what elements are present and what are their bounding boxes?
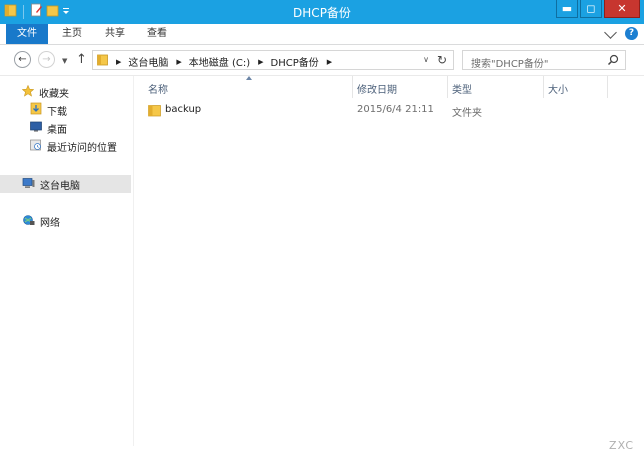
column-header-name[interactable]: 名称: [134, 76, 352, 98]
search-placeholder: 搜索"DHCP备份": [471, 59, 549, 70]
navigation-bar: ← → ▼ ↑ ▶ 这台电脑 ▶ 本地磁盘 (C:) ▶ DHCP备份 ▶ ∨ …: [0, 45, 644, 76]
close-button[interactable]: ✕: [604, 0, 640, 18]
column-header-type[interactable]: 类型: [448, 76, 543, 98]
sidebar-item-label: 桌面: [47, 124, 67, 136]
column-header-modified[interactable]: 修改日期: [353, 76, 447, 98]
folder-icon: [148, 104, 161, 120]
recent-places-icon: [30, 139, 42, 154]
tab-share[interactable]: 共享: [105, 26, 125, 42]
tab-home[interactable]: 主页: [62, 26, 82, 42]
back-button[interactable]: ←: [14, 51, 31, 68]
computer-icon: [22, 177, 35, 192]
sidebar-item-desktop[interactable]: 桌面: [30, 119, 67, 137]
sidebar-item-favorites[interactable]: 收藏夹: [21, 83, 69, 101]
breadcrumb-separator-icon[interactable]: ▶: [258, 58, 263, 66]
navigation-pane: 收藏夹 下载 桌面 最近访问的位置 这台电脑 网络: [0, 76, 134, 446]
column-header-label: 类型: [452, 85, 472, 96]
sidebar-item-label: 收藏夹: [39, 88, 69, 100]
breadcrumb-local-disk[interactable]: 本地磁盘 (C:): [189, 54, 250, 69]
column-header-label: 大小: [548, 85, 568, 96]
address-bar[interactable]: ▶ 这台电脑 ▶ 本地磁盘 (C:) ▶ DHCP备份 ▶ ∨ ↻: [92, 50, 454, 70]
sidebar-item-this-pc[interactable]: 这台电脑: [0, 175, 131, 193]
file-row[interactable]: backup 2015/6/4 21:11 文件夹: [134, 102, 604, 120]
window-title: DHCP备份: [293, 6, 351, 20]
column-divider[interactable]: [607, 76, 608, 98]
breadcrumb-separator-icon[interactable]: ▶: [116, 58, 121, 66]
column-header-label: 修改日期: [357, 85, 397, 96]
search-input[interactable]: 搜索"DHCP备份": [462, 50, 626, 70]
file-name: backup: [165, 104, 202, 115]
address-history-dropdown-icon[interactable]: ∨: [423, 55, 429, 64]
ribbon: 文件 主页 共享 查看 ?: [0, 24, 644, 45]
expand-ribbon-icon[interactable]: [604, 25, 617, 39]
search-icon[interactable]: [607, 54, 619, 69]
star-icon: [21, 84, 35, 100]
sidebar-item-label: 网络: [40, 217, 60, 229]
forward-button[interactable]: →: [38, 51, 55, 68]
breadcrumb-current-folder[interactable]: DHCP备份: [271, 54, 319, 69]
downloads-icon: [30, 102, 42, 118]
minimize-button[interactable]: ▬: [556, 0, 578, 18]
breadcrumb-separator-icon[interactable]: ▶: [176, 58, 181, 66]
tab-file[interactable]: 文件: [6, 24, 48, 44]
file-modified: 2015/6/4 21:11: [357, 104, 434, 115]
sidebar-item-label: 下载: [47, 106, 67, 118]
sidebar-item-recent-places[interactable]: 最近访问的位置: [30, 137, 117, 155]
maximize-button[interactable]: ◻: [580, 0, 602, 18]
up-button[interactable]: ↑: [76, 52, 87, 67]
title-bar: DHCP备份 ▬ ◻ ✕: [0, 0, 644, 24]
breadcrumb-this-pc[interactable]: 这台电脑: [128, 54, 168, 69]
sidebar-item-label: 这台电脑: [40, 180, 80, 192]
file-list: 名称 修改日期 类型 大小 backup 2015/6/4 21:11 文件夹: [134, 76, 644, 446]
refresh-icon[interactable]: ↻: [437, 53, 447, 67]
watermark: ZXC: [609, 439, 634, 452]
network-icon: [22, 214, 35, 229]
desktop-icon: [30, 121, 42, 135]
file-type: 文件夹: [452, 108, 482, 119]
breadcrumb-separator-icon[interactable]: ▶: [327, 58, 332, 66]
column-header-size[interactable]: 大小: [544, 76, 607, 98]
sidebar-item-network[interactable]: 网络: [22, 212, 60, 230]
help-icon[interactable]: ?: [625, 27, 638, 40]
folder-location-icon: [97, 54, 108, 69]
column-header-label: 名称: [148, 85, 168, 96]
tab-view[interactable]: 查看: [147, 26, 167, 42]
sidebar-item-label: 最近访问的位置: [47, 142, 117, 154]
sidebar-item-downloads[interactable]: 下载: [30, 101, 67, 119]
recent-locations-dropdown-icon[interactable]: ▼: [62, 57, 67, 65]
